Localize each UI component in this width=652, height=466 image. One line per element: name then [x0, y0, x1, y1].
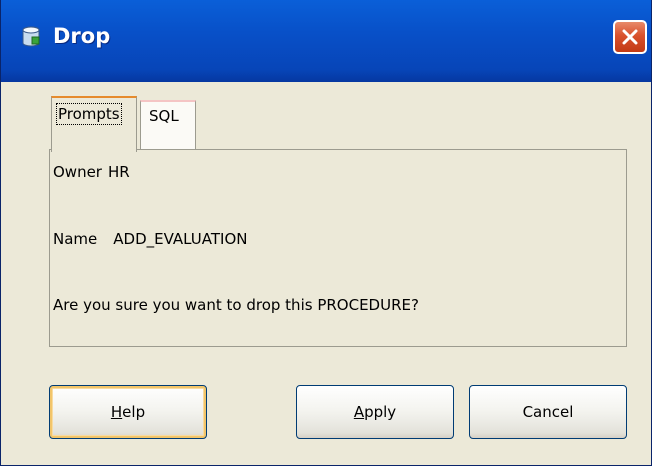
help-label-rest: elp: [122, 403, 146, 421]
tab-prompts-label: Prompts: [56, 103, 122, 125]
name-value: ADD_EVALUATION: [113, 230, 248, 248]
name-row: Name ADD_EVALUATION: [53, 230, 247, 248]
owner-label: Owner: [53, 163, 102, 181]
prompts-panel: Owner HR Name ADD_EVALUATION Are you sure …: [49, 149, 627, 347]
apply-mnemonic: A: [353, 403, 365, 421]
tab-sql[interactable]: SQL: [140, 100, 196, 149]
dialog-client-area: Prompts SQL Owner HR Name ADD_EVALUATION A…: [1, 82, 651, 465]
close-x-icon: [622, 29, 638, 45]
window-title: Drop: [53, 24, 111, 48]
help-button[interactable]: Help: [49, 385, 207, 439]
owner-row: Owner HR: [53, 163, 130, 181]
help-mnemonic: H: [110, 403, 123, 421]
tab-sql-label: SQL: [149, 107, 179, 125]
drop-dialog: Drop Prompts SQL Owner HR Name ADD_EVALUAT…: [0, 0, 652, 466]
apply-label-rest: pply: [364, 403, 397, 421]
title-bar[interactable]: Drop: [1, 0, 651, 82]
tab-prompts[interactable]: Prompts: [51, 96, 137, 152]
close-button[interactable]: [613, 20, 647, 54]
cancel-button[interactable]: Cancel: [469, 385, 627, 439]
name-label: Name: [53, 230, 98, 248]
apply-button[interactable]: Apply: [296, 385, 454, 439]
confirmation-message: Are you sure you want to drop this PROCE…: [53, 296, 419, 314]
database-cylinder-icon: [21, 26, 41, 48]
owner-value: HR: [107, 163, 130, 181]
